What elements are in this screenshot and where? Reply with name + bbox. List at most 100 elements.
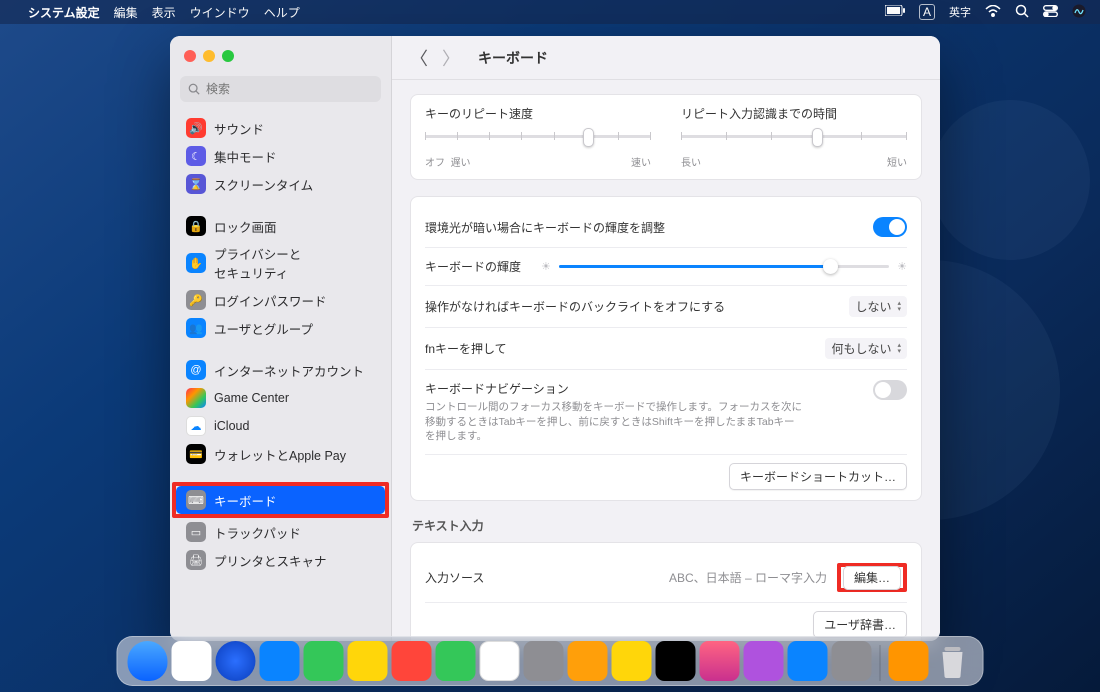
- battery-icon[interactable]: [885, 5, 905, 19]
- sun-bright-icon: ☀: [897, 260, 907, 273]
- main-header: 〈 〉 キーボード: [392, 36, 940, 80]
- dock-settings[interactable]: [832, 641, 872, 681]
- sidebar-item-label: ウォレットとApple Pay: [214, 445, 346, 464]
- menu-window[interactable]: ウインドウ: [190, 4, 250, 21]
- page-title: キーボード: [478, 48, 548, 68]
- keyboard-icon: ⌨: [186, 490, 206, 510]
- row-brightness: キーボードの輝度: [425, 258, 521, 275]
- sidebar-item-internet[interactable]: @ インターネットアカウント: [176, 356, 385, 384]
- sidebar-item-label: サウンド: [214, 119, 264, 138]
- menu-edit[interactable]: 編集: [114, 4, 138, 21]
- toggle-lowlight[interactable]: [873, 217, 907, 237]
- button-keyboard-shortcuts[interactable]: キーボードショートカット…: [729, 463, 907, 490]
- wifi-icon[interactable]: [985, 5, 1001, 20]
- sidebar-item-gamecenter[interactable]: Game Center: [176, 384, 385, 412]
- sidebar-item-label: ロック画面: [214, 217, 277, 236]
- app-menu[interactable]: システム設定: [28, 4, 100, 21]
- sidebar-item-label: ユーザとグループ: [214, 319, 313, 338]
- highlight-keyboard-sidebar: ⌨ キーボード: [172, 482, 389, 518]
- window-controls: [170, 36, 391, 70]
- dock-facetime[interactable]: [436, 641, 476, 681]
- dock-music[interactable]: [700, 641, 740, 681]
- menu-view[interactable]: 表示: [152, 4, 176, 21]
- cap-fast: 速い: [631, 154, 651, 169]
- gamecenter-icon: [186, 388, 206, 408]
- dock-appstore[interactable]: [788, 641, 828, 681]
- sidebar-item-privacy[interactable]: ✋ プライバシーと セキュリティ: [176, 240, 385, 286]
- control-center-icon[interactable]: [1043, 5, 1058, 20]
- sidebar-item-lockscreen[interactable]: 🔒 ロック画面: [176, 212, 385, 240]
- slider-track-repeat[interactable]: [425, 132, 651, 150]
- button-edit-input-sources[interactable]: 編集…: [843, 566, 901, 590]
- close-window[interactable]: [184, 50, 196, 62]
- dock-safari[interactable]: [216, 641, 256, 681]
- sidebar-item-label: ログインパスワード: [214, 291, 327, 310]
- dock-photos[interactable]: [392, 641, 432, 681]
- sidebar-item-sound[interactable]: 🔊 サウンド: [176, 114, 385, 142]
- dock-tv[interactable]: [656, 641, 696, 681]
- hand-icon: ✋: [186, 253, 206, 273]
- sidebar-item-wallet[interactable]: 💳 ウォレットとApple Pay: [176, 440, 385, 468]
- sidebar-item-label: キーボード: [214, 491, 277, 510]
- row-input-sources: 入力ソース: [425, 569, 484, 586]
- sidebar-item-focus[interactable]: ☾ 集中モード: [176, 142, 385, 170]
- nav-forward[interactable]: 〉: [442, 45, 460, 71]
- sidebar-item-users[interactable]: 👥 ユーザとグループ: [176, 314, 385, 342]
- slider-track-delay[interactable]: [681, 132, 907, 150]
- sidebar-item-trackpad[interactable]: ▭ トラックパッド: [176, 518, 385, 546]
- minimize-window[interactable]: [203, 50, 215, 62]
- cap-long: 長い: [681, 154, 701, 169]
- dock-reminders[interactable]: [568, 641, 608, 681]
- at-icon: @: [186, 360, 206, 380]
- popup-backlight-off[interactable]: しない ▴▾: [849, 296, 907, 317]
- dock-trash[interactable]: [933, 641, 973, 681]
- users-icon: 👥: [186, 318, 206, 338]
- ime-label[interactable]: 英字: [949, 4, 971, 20]
- dock-notes[interactable]: [612, 641, 652, 681]
- dock-maps[interactable]: [348, 641, 388, 681]
- main-panel: 〈 〉 キーボード キーのリピート速度 オフ 遅い: [392, 36, 940, 641]
- sidebar-item-label: スクリーンタイム: [214, 175, 313, 194]
- menubar-left: システム設定 編集 表示 ウインドウ ヘルプ: [14, 4, 300, 21]
- printer-icon: 🖨: [186, 550, 206, 570]
- moon-icon: ☾: [186, 146, 206, 166]
- dock-finder[interactable]: [128, 641, 168, 681]
- dock-contacts[interactable]: [524, 641, 564, 681]
- card-text-input: 入力ソース ABC、日本語 – ローマ字入力 編集… ユーザ辞書…: [410, 542, 922, 641]
- sidebar-item-icloud[interactable]: ☁ iCloud: [176, 412, 385, 440]
- dock-calendar[interactable]: [480, 641, 520, 681]
- slider-key-repeat: キーのリピート速度 オフ 遅い 速い: [425, 105, 651, 169]
- sidebar-item-label: 集中モード: [214, 147, 277, 166]
- search-input[interactable]: [206, 82, 373, 96]
- menu-help[interactable]: ヘルプ: [264, 4, 300, 21]
- dock-podcasts[interactable]: [744, 641, 784, 681]
- search-icon: [188, 83, 200, 95]
- dock-messages[interactable]: [304, 641, 344, 681]
- slider-label: リピート入力認識までの時間: [681, 105, 907, 122]
- cap-short: 短い: [887, 154, 907, 169]
- sidebar-item-loginpw[interactable]: 🔑 ログインパスワード: [176, 286, 385, 314]
- nav-back[interactable]: 〈: [410, 45, 428, 71]
- ime-badge[interactable]: A: [919, 4, 935, 20]
- sidebar-item-keyboard[interactable]: ⌨ キーボード: [176, 486, 385, 514]
- sidebar-item-printers[interactable]: 🖨 プリンタとスキャナ: [176, 546, 385, 574]
- zoom-window[interactable]: [222, 50, 234, 62]
- slider-brightness[interactable]: ☀︎ ☀: [541, 260, 907, 273]
- popup-fn-key[interactable]: 何もしない ▴▾: [825, 338, 907, 359]
- sun-dim-icon: ☀︎: [541, 260, 551, 273]
- spotlight-icon[interactable]: [1015, 4, 1029, 21]
- dock-mail[interactable]: [260, 641, 300, 681]
- dock-pages[interactable]: [889, 641, 929, 681]
- menubar: システム設定 編集 表示 ウインドウ ヘルプ A 英字: [0, 0, 1100, 24]
- sidebar-item-screentime[interactable]: ⌛ スクリーンタイム: [176, 170, 385, 198]
- key-icon: 🔑: [186, 290, 206, 310]
- dock-launchpad[interactable]: [172, 641, 212, 681]
- cap-off: オフ: [425, 158, 445, 169]
- settings-window: 🔊 サウンド ☾ 集中モード ⌛ スクリーンタイム 🔒 ロック画面 ✋ プライバ…: [170, 36, 940, 641]
- menubar-right: A 英字: [885, 4, 1086, 21]
- button-user-dictionary[interactable]: ユーザ辞書…: [813, 611, 907, 638]
- siri-icon[interactable]: [1072, 4, 1086, 21]
- slider-repeat-delay: リピート入力認識までの時間 長い 短い: [681, 105, 907, 169]
- sidebar-search[interactable]: [180, 76, 381, 102]
- toggle-keyboard-nav[interactable]: [873, 380, 907, 400]
